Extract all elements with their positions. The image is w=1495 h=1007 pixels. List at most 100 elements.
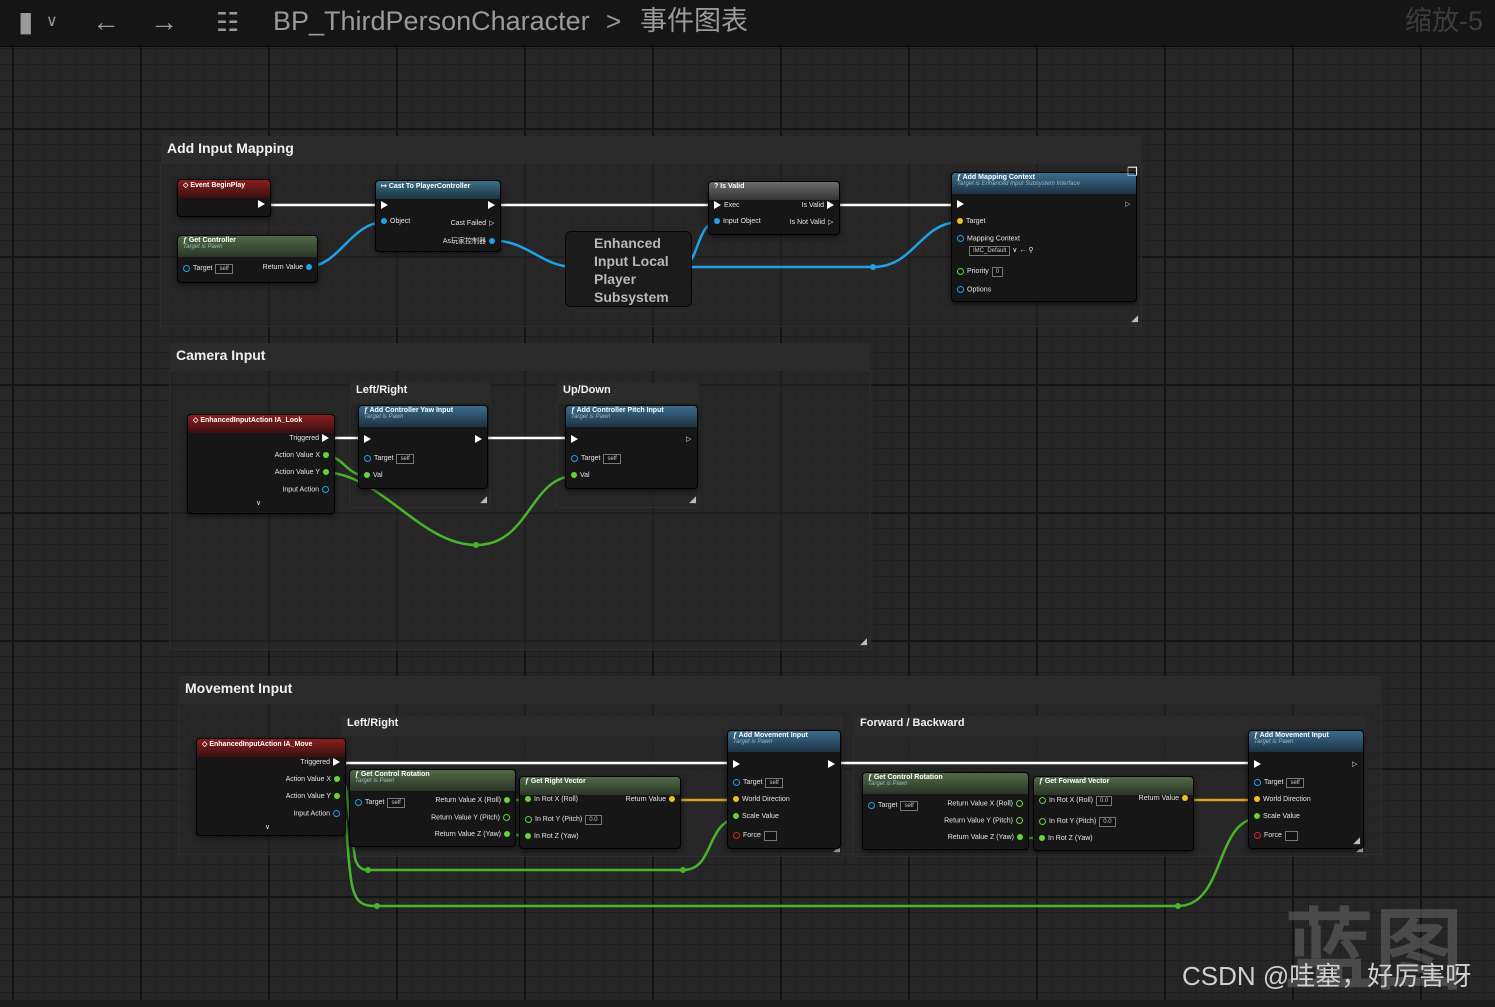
input-action-pin[interactable]: Input Action (293, 810, 343, 817)
node-header: ƒ Add Controller Pitch Input Target is Pa… (566, 406, 697, 427)
in-rot-x-pin[interactable]: In Rot X (Roll) 0.0 (1036, 796, 1113, 806)
exec-in-pin[interactable] (1251, 760, 1264, 768)
return-value-pin[interactable]: Return Value (1139, 795, 1191, 802)
val-pin[interactable]: Val (361, 472, 383, 479)
exec-out-pin[interactable] (255, 200, 268, 208)
target-pin[interactable]: Target self (352, 798, 405, 808)
object-pin[interactable]: Object (378, 218, 410, 225)
is-valid-pin[interactable]: Is Valid (802, 201, 837, 209)
breadcrumb-graph[interactable]: 事件图表 (640, 4, 748, 38)
exec-in-pin[interactable] (361, 435, 374, 443)
options-pin[interactable]: Options (954, 286, 991, 293)
priority-pin[interactable]: Priority 0 (954, 267, 1004, 277)
node-get-forward-vector[interactable]: ƒ Get Forward Vector In Rot X (Roll) 0.0 … (1033, 776, 1194, 851)
action-value-x-pin[interactable]: Action Value X (275, 452, 332, 459)
node-get-right-vector[interactable]: ƒ Get Right Vector In Rot X (Roll) Retur… (519, 776, 681, 849)
node-get-controller[interactable]: ƒ Get Controller Target is Pawn Target sel… (177, 235, 318, 283)
exec-out-pin[interactable]: ▷ (1349, 760, 1361, 768)
resize-handle-icon[interactable]: ◢ (860, 636, 867, 647)
action-value-y-pin[interactable]: Action Value Y (275, 469, 332, 476)
return-z-pin[interactable]: Return Value Z (Yaw) (435, 831, 513, 838)
exec-in-pin[interactable] (954, 200, 967, 208)
val-pin[interactable]: Val (568, 472, 590, 479)
as-player-controller-pin[interactable]: As玩家控制器 (443, 236, 498, 246)
graph-toolbar: ▮ ∨ ← → ☷ BP_ThirdPersonCharacter > 事件图表… (0, 0, 1495, 47)
node-add-controller-yaw-input[interactable]: ƒ Add Controller Yaw Input Target is Pawn… (358, 405, 488, 489)
resize-handle-icon[interactable]: ◢ (1131, 313, 1138, 324)
force-pin[interactable]: Force (730, 831, 777, 841)
resize-handle-icon[interactable]: ◢ (1353, 835, 1360, 846)
target-pin[interactable]: Target self (865, 801, 918, 811)
return-value-pin[interactable]: Return Value (626, 796, 678, 803)
exec-in-pin[interactable] (730, 760, 743, 768)
node-add-movement-input[interactable]: ƒ Add Movement Input Target is Pawn Targe… (727, 730, 841, 849)
return-y-pin[interactable]: Return Value Y (Pitch) (431, 814, 513, 821)
node-header: ƒ Add Movement Input Target is Pawn (1249, 731, 1363, 752)
chevron-down-icon[interactable]: ∨ (256, 499, 261, 507)
chevron-down-icon[interactable]: ∨ (46, 2, 58, 42)
node-header: ↦ Cast To PlayerController (376, 181, 500, 199)
is-not-valid-pin[interactable]: Is Not Valid ▷ (790, 218, 837, 226)
node-cast-to-playercontroller[interactable]: ↦ Cast To PlayerController Object Cast F… (375, 180, 501, 252)
return-x-pin[interactable]: Return Value X (Roll) (435, 797, 513, 804)
exec-out-pin[interactable]: ▷ (683, 435, 695, 443)
exec-in-pin[interactable]: Exec (711, 201, 740, 209)
target-pin[interactable]: Target self (568, 454, 621, 464)
triggered-pin[interactable]: Triggered (289, 434, 332, 442)
in-rot-z-pin[interactable]: In Rot Z (Yaw) (1036, 835, 1093, 842)
node-get-control-rotation[interactable]: ƒ Get Control Rotation Target is Pawn Tar… (349, 769, 516, 847)
node-add-mapping-context[interactable]: ƒ Add Mapping Context Target is Enhanced … (951, 172, 1137, 302)
resize-handle-icon[interactable]: ◢ (480, 494, 487, 505)
action-value-y-pin[interactable]: Action Value Y (286, 793, 343, 800)
author-watermark: CSDN @哇塞，好厉害呀 (1182, 961, 1472, 991)
in-rot-z-pin[interactable]: In Rot Z (Yaw) (522, 833, 579, 840)
bookmark-icon[interactable]: ▮ (18, 2, 33, 42)
mapping-context-select[interactable]: IMC_Default ∨ ← ⚲ (966, 246, 1033, 256)
cast-failed-pin[interactable]: Cast Failed ▷ (451, 219, 498, 227)
node-ia-look[interactable]: ◇ EnhancedInputAction IA_Look Triggered … (187, 414, 335, 514)
scale-value-pin[interactable]: Scale Value (730, 813, 779, 820)
node-window-icon[interactable]: ❐ (1127, 165, 1138, 179)
arrow-right-icon[interactable]: → (150, 2, 178, 42)
target-pin[interactable]: Target self (730, 778, 783, 788)
input-action-pin[interactable]: Input Action (282, 486, 332, 493)
arrow-left-icon[interactable]: ← (92, 2, 120, 42)
exec-in-pin[interactable] (568, 435, 581, 443)
node-add-movement-input[interactable]: ƒ Add Movement Input Target is Pawn ▷ Tar… (1248, 730, 1364, 849)
return-y-pin[interactable]: Return Value Y (Pitch) (944, 817, 1026, 824)
world-direction-pin[interactable]: World Direction (730, 796, 790, 803)
node-add-controller-pitch-input[interactable]: ƒ Add Controller Pitch Input Target is Pa… (565, 405, 698, 489)
breadcrumb-blueprint[interactable]: BP_ThirdPersonCharacter (273, 4, 590, 38)
exec-out-pin[interactable] (825, 760, 838, 768)
node-enhanced-input-subsystem[interactable]: Enhanced Input Local Player Subsystem (565, 231, 692, 307)
triggered-pin[interactable]: Triggered (300, 758, 343, 766)
action-value-x-pin[interactable]: Action Value X (286, 776, 343, 783)
return-x-pin[interactable]: Return Value X (Roll) (947, 800, 1026, 807)
exec-out-pin[interactable]: ▷ (1122, 200, 1134, 208)
target-pin[interactable]: Target self (180, 264, 233, 274)
exec-in-pin[interactable] (378, 201, 391, 209)
exec-out-pin[interactable] (485, 201, 498, 209)
in-rot-x-pin[interactable]: In Rot X (Roll) (522, 796, 578, 803)
node-header: ◇ Event BeginPlay (178, 180, 270, 198)
target-pin[interactable]: Target self (361, 454, 414, 464)
in-rot-y-pin[interactable]: In Rot Y (Pitch) 0.0 (1036, 817, 1116, 827)
node-ia-move[interactable]: ◇ EnhancedInputAction IA_Move Triggered … (196, 738, 346, 836)
mapping-context-pin[interactable]: Mapping Context (954, 235, 1020, 242)
force-pin[interactable]: Force (1251, 831, 1298, 841)
return-z-pin[interactable]: Return Value Z (Yaw) (948, 834, 1026, 841)
world-direction-pin[interactable]: World Direction (1251, 796, 1311, 803)
node-event-beginplay[interactable]: ◇ Event BeginPlay (177, 179, 271, 217)
exec-out-pin[interactable] (472, 435, 485, 443)
return-value-pin[interactable]: Return Value (263, 264, 315, 271)
target-pin[interactable]: Target self (1251, 778, 1304, 788)
chevron-down-icon[interactable]: ∨ (265, 823, 270, 831)
scale-value-pin[interactable]: Scale Value (1251, 813, 1300, 820)
node-title: Get Control Rotation (360, 771, 430, 778)
input-object-pin[interactable]: Input Object (711, 218, 761, 225)
node-get-control-rotation[interactable]: ƒ Get Control Rotation Target is Pawn Tar… (862, 772, 1029, 850)
in-rot-y-pin[interactable]: In Rot Y (Pitch) 0.0 (522, 815, 602, 825)
node-is-valid[interactable]: ? Is Valid Exec Is Valid Input Object Is… (708, 181, 840, 235)
target-pin[interactable]: Target (954, 218, 985, 225)
resize-handle-icon[interactable]: ◢ (689, 494, 696, 505)
